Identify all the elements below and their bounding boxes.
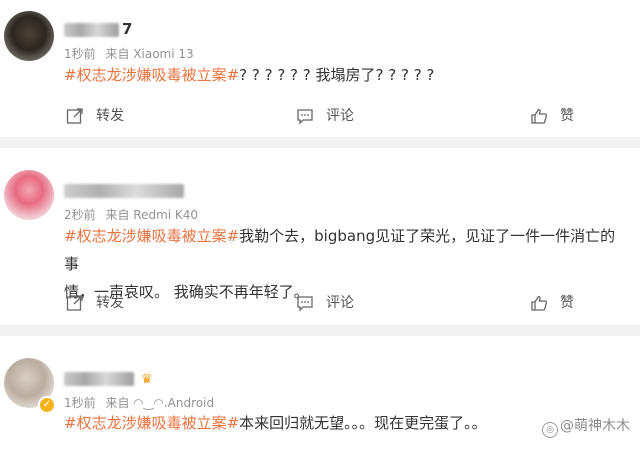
thumbs-up-icon — [531, 295, 548, 311]
thumbs-up-icon — [531, 108, 548, 124]
verified-badge-icon: ✓ — [38, 396, 56, 414]
comment-text: #权志龙涉嫌吸毒被立案#? ? ? ? ? ? 我塌房了? ? ? ? ? — [64, 66, 435, 84]
source-device: 来自 Redmi K40 — [105, 208, 199, 222]
action-bar: 转发 评论 赞 — [0, 104, 640, 128]
vip-crown-icon: ♛ — [141, 372, 153, 387]
avatar[interactable] — [4, 170, 54, 220]
hashtag-link[interactable]: #权志龙涉嫌吸毒被立案# — [64, 66, 239, 84]
comment-card: 7 1秒前 来自 Xiaomi 13 #权志龙涉嫌吸毒被立案#? ? ? ? ?… — [0, 0, 640, 137]
timestamp: 1秒前 — [64, 47, 96, 61]
comment-meta: 1秒前 来自 Xiaomi 13 — [64, 45, 200, 62]
hashtag-link[interactable]: #权志龙涉嫌吸毒被立案# — [64, 414, 239, 432]
timestamp: 2秒前 — [64, 208, 96, 222]
comment-card: 2秒前 来自 Redmi K40 #权志龙涉嫌吸毒被立案#我勒个去，bigban… — [0, 148, 640, 325]
comment-meta: 2秒前 来自 Redmi K40 — [64, 206, 204, 223]
watermark: ◎ @萌神木木 — [542, 415, 630, 438]
hashtag-link[interactable]: #权志龙涉嫌吸毒被立案# — [64, 227, 239, 245]
comment-icon — [297, 109, 313, 125]
repost-icon — [66, 295, 83, 311]
source-device: 来自 Xiaomi 13 — [105, 47, 194, 61]
timestamp: 1秒前 — [64, 396, 96, 410]
watermark-logo-icon: ◎ — [542, 422, 558, 438]
repost-icon — [66, 108, 83, 124]
username[interactable] — [64, 181, 187, 199]
source-device: 来自 ◠‿◠.Android — [105, 396, 215, 410]
username[interactable]: 7 — [64, 20, 132, 38]
username[interactable]: ♛ — [64, 369, 153, 387]
action-bar: 转发 评论 赞 — [0, 291, 640, 315]
avatar[interactable] — [4, 11, 54, 61]
comment-icon — [297, 296, 313, 312]
